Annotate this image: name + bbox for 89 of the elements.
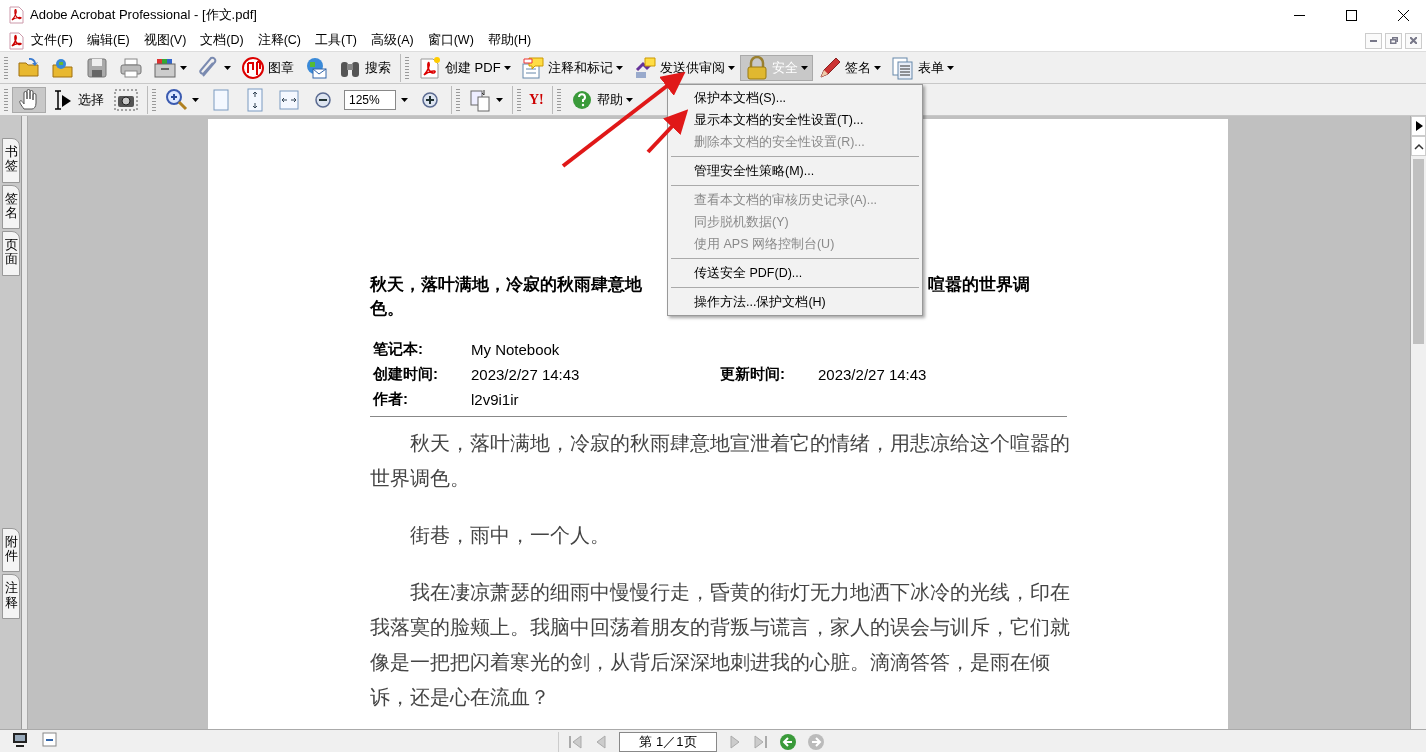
triangle-right-icon	[1414, 121, 1423, 131]
toolbar-button[interactable]: 图章	[236, 54, 299, 81]
dropdown-button[interactable]: 表单	[885, 54, 959, 81]
menu-item[interactable]: 操作方法...保护文档(H)	[694, 291, 826, 313]
panel-toggle-button[interactable]	[1411, 116, 1426, 136]
menu-item[interactable]: 文件(F)	[24, 32, 80, 49]
monitor-icon	[12, 732, 28, 748]
menu-item[interactable]: 文档(D)	[193, 32, 251, 49]
comment-note-icon	[520, 55, 545, 80]
caret-down-icon	[800, 65, 808, 70]
menu-item[interactable]: 帮助(H)	[480, 32, 539, 49]
minimize-icon	[1293, 14, 1305, 16]
restore-button[interactable]	[1385, 32, 1402, 49]
side-tab[interactable]: 页面	[2, 231, 20, 276]
field-value: l2v9i1ir	[471, 391, 520, 408]
caret-down-icon	[401, 97, 408, 102]
fit-width-icon	[277, 87, 301, 112]
toolbar-button[interactable]: 搜索	[333, 54, 396, 81]
caret-down-icon	[615, 65, 623, 70]
menu-item[interactable]: 窗口(W)	[420, 32, 481, 49]
side-tab[interactable]: 附件	[2, 527, 20, 573]
globe-envelope-icon	[304, 55, 328, 80]
magnifier-plus-icon	[165, 87, 189, 112]
caret-down-icon	[180, 65, 187, 70]
field-label: 作者:	[373, 390, 409, 409]
paragraph: 我在凄凉萧瑟的细雨中慢慢行走，昏黄的街灯无力地洒下冰冷的光线，印在我落寞的脸颊上。我脑中回荡着朋友的背叛与谎言，家人的误会与训斥，它们就像是一把把闪着寒光的剑，从背后深深地刺进我的心脏。滴滴答答，是雨在倾诉，还是心在流血？	[370, 580, 1070, 710]
rotate-pages-icon	[469, 87, 493, 112]
maximize-icon	[1345, 9, 1357, 21]
menu-item[interactable]: 视图(V)	[136, 32, 194, 49]
caret-down-icon	[946, 65, 954, 70]
padlock-icon	[744, 55, 769, 80]
caret-down-icon	[224, 65, 231, 70]
minimize-button[interactable]	[1365, 32, 1382, 49]
pdf-file-icon	[418, 55, 442, 80]
toolbar-button[interactable]: 选择	[46, 86, 109, 113]
paragraph: 街巷，雨中，一个人。	[409, 523, 611, 548]
document-heading: 色。	[370, 298, 404, 320]
dropdown-button[interactable]: 帮助	[564, 86, 638, 113]
menu-item[interactable]: 显示本文档的安全性设置(T)...	[694, 109, 864, 131]
menu-item[interactable]: 工具(T)	[308, 32, 364, 49]
caret-down-icon	[625, 97, 633, 102]
menu-item[interactable]: 传送安全 PDF(D)...	[694, 262, 803, 284]
chevron-up-icon	[1413, 142, 1424, 150]
menu-item[interactable]: 保护本文档(S)...	[694, 87, 787, 109]
field-value: 2023/2/27 14:43	[471, 366, 581, 383]
field-value: 2023/2/27 14:43	[818, 366, 928, 383]
restore-icon	[1389, 37, 1398, 44]
menu-item[interactable]: 注释(C)	[250, 32, 309, 49]
close-button[interactable]	[1405, 32, 1422, 49]
pdf-file-icon	[8, 6, 24, 24]
close-icon	[1410, 37, 1417, 44]
minimize-icon	[1370, 39, 1377, 42]
printer-icon	[119, 55, 143, 80]
scroll-up-button[interactable]	[1411, 136, 1426, 156]
dropdown-button[interactable]: 签名	[812, 54, 886, 81]
menu-item[interactable]: 管理安全性策略(M)...	[694, 160, 815, 182]
caret-down-icon	[496, 97, 503, 102]
menu-item[interactable]: 编辑(E)	[79, 32, 137, 49]
page-number-field[interactable]: 第 1／1页	[619, 731, 717, 752]
hand-button[interactable]	[12, 86, 46, 113]
zoom-field[interactable]: 125%	[344, 89, 396, 110]
side-tab[interactable]: 书签	[2, 138, 20, 183]
toolbar-logo[interactable]: Y!	[525, 91, 548, 108]
scrollbar-thumb[interactable]	[1413, 159, 1424, 344]
dropdown-button[interactable]: 注释和标记	[515, 54, 628, 81]
caret-down-icon	[727, 65, 735, 70]
side-tab[interactable]: 签名	[2, 184, 20, 230]
caret-down-icon	[192, 97, 199, 102]
folder-icon	[17, 55, 41, 80]
side-tab[interactable]: 注释	[2, 574, 20, 619]
document-heading: 喧嚣的世界调	[928, 274, 1030, 296]
field-value: My Notebook	[471, 341, 561, 358]
dropdown-button[interactable]: 创建 PDF	[413, 54, 516, 81]
pen-icon	[817, 55, 842, 80]
paragraph: 秋天，落叶满地，冷寂的秋雨肆意地宣泄着它的情绪，用悲凉给这个喧嚣的世界调色。	[370, 431, 1070, 491]
stamp-icon	[241, 55, 265, 80]
field-label: 笔记本:	[373, 340, 424, 359]
window-minimize-icon	[42, 732, 58, 748]
dropdown-button[interactable]: 发送供审阅	[627, 54, 740, 81]
caret-down-icon	[873, 65, 881, 70]
window-title: Adobe Acrobat Professional - [作文.pdf]	[30, 6, 258, 24]
field-label: 更新时间:	[720, 365, 786, 384]
menu-item[interactable]: 高级(A)	[364, 32, 421, 49]
field-label: 创建时间:	[373, 365, 439, 384]
document-heading: 秋天，落叶满地，冷寂的秋雨肆意地	[370, 274, 642, 296]
close-icon	[1397, 9, 1409, 21]
camera-icon	[114, 87, 138, 112]
form-document-icon	[890, 55, 915, 80]
caret-down-icon	[503, 65, 511, 70]
